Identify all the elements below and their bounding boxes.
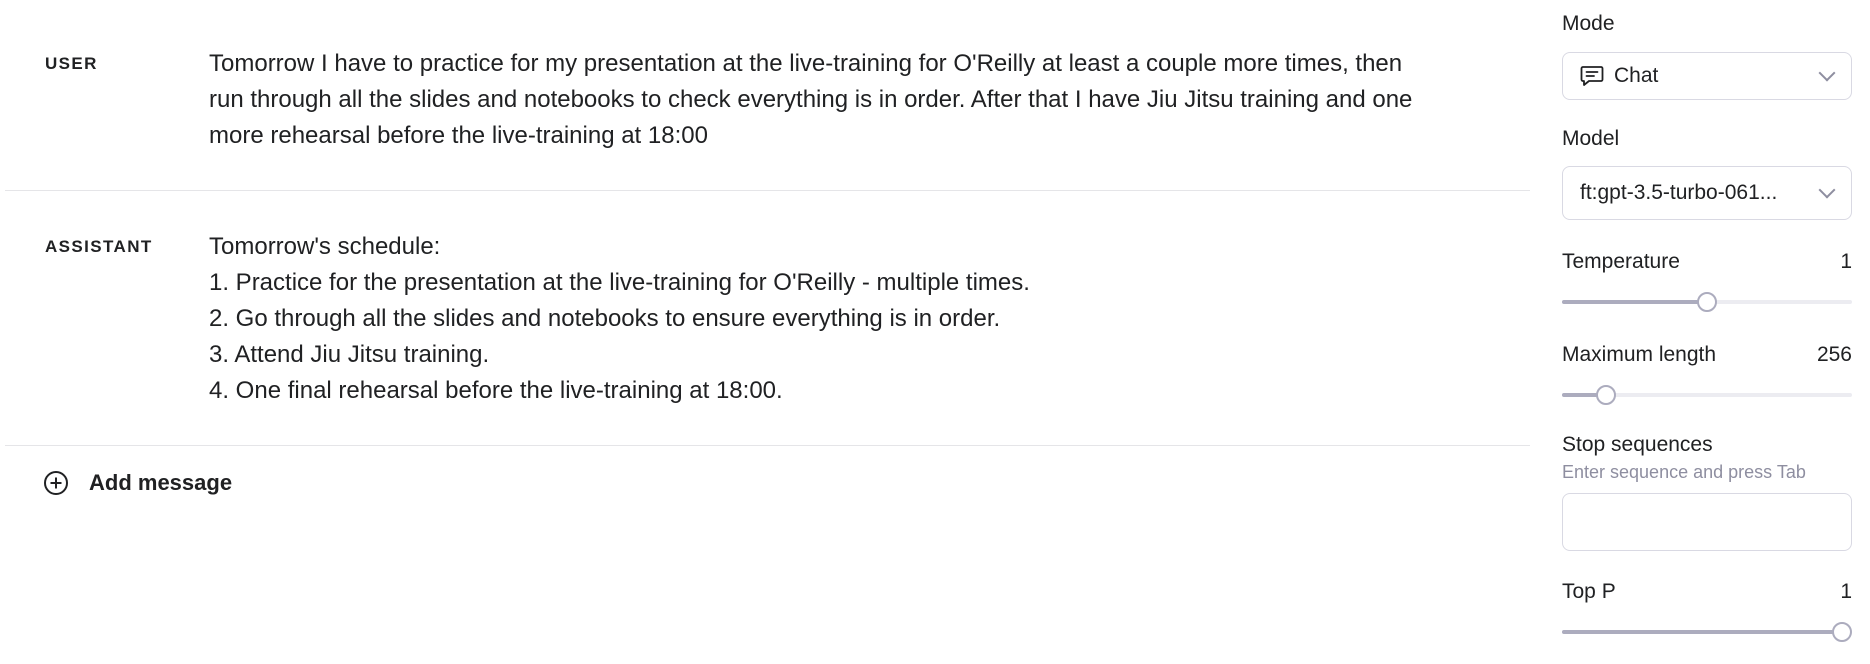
mode-select[interactable]: Chat [1562,52,1852,100]
plus-circle-icon [44,471,68,495]
slider-thumb[interactable] [1595,385,1616,405]
top-p-slider[interactable] [1562,621,1852,643]
model-select[interactable]: ft:gpt-3.5-turbo-061... [1562,166,1852,220]
message-assistant[interactable]: ASSISTANT Tomorrow's schedule: 1. Practi… [5,191,1530,446]
chat-panel: USER Tomorrow I have to practice for my … [0,0,1530,664]
stop-sequences-hint: Enter sequence and press Tab [1562,462,1806,482]
stop-sequences-input[interactable] [1562,493,1852,551]
message-line: 3. Attend Jiu Jitsu training. [209,341,490,368]
mode-value: Chat [1614,64,1659,87]
message-line: 2. Go through all the slides and noteboo… [209,305,1001,332]
message-line: 1. Practice for the presentation at the … [209,269,1030,296]
top-p-value[interactable]: 1 [1840,580,1852,604]
add-message-label: Add message [89,470,233,495]
chevron-down-icon [1818,181,1836,199]
temperature-label: Temperature [1562,250,1680,273]
message-content[interactable]: Tomorrow's schedule: 1. Practice for the… [209,229,1439,409]
settings-panel: Mode Chat Model ft:gpt-3.5-turbo-061... … [1562,0,1854,664]
chevron-down-icon [1818,64,1836,82]
add-message-button[interactable]: Add message [44,470,232,496]
stop-sequences-label: Stop sequences [1562,433,1713,456]
message-role-label[interactable]: USER [45,54,98,74]
slider-thumb[interactable] [1832,622,1852,642]
maximum-length-label: Maximum length [1562,343,1717,366]
maximum-length-value[interactable]: 256 [1817,343,1852,367]
model-label: Model [1562,127,1620,150]
mode-label: Mode [1562,12,1615,35]
slider-thumb[interactable] [1697,292,1717,312]
message-line: 4. One final rehearsal before the live-t… [209,377,783,404]
temperature-value[interactable]: 1 [1840,250,1852,274]
top-p-label: Top P [1562,580,1616,603]
chat-icon [1580,66,1604,86]
message-line: more rehearsal before the live-training … [209,122,708,149]
message-line: Tomorrow I have to practice for my prese… [209,50,1403,77]
slider-fill [1562,300,1707,304]
model-value: ft:gpt-3.5-turbo-061... [1580,181,1778,204]
maximum-length-slider[interactable] [1562,384,1852,406]
message-line: Tomorrow's schedule: [209,233,441,260]
message-role-label[interactable]: ASSISTANT [45,237,153,257]
slider-fill [1562,630,1842,634]
message-content[interactable]: Tomorrow I have to practice for my prese… [209,46,1439,154]
message-user[interactable]: USER Tomorrow I have to practice for my … [5,0,1530,191]
temperature-slider[interactable] [1562,291,1852,313]
message-line: run through all the slides and notebooks… [209,86,1413,113]
playground-page: USER Tomorrow I have to practice for my … [0,0,1870,664]
